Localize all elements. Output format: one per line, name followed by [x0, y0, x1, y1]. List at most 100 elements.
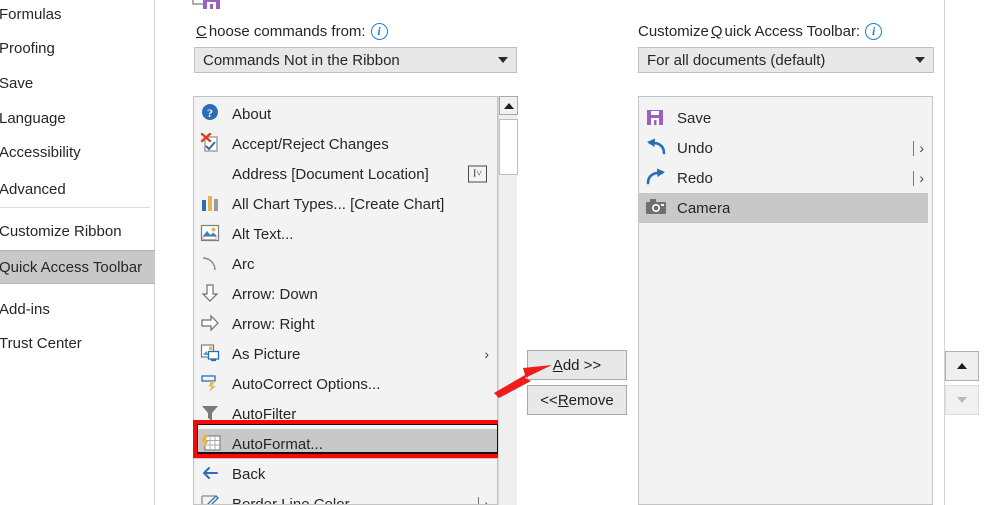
- list-item[interactable]: Back: [194, 459, 497, 489]
- list-item[interactable]: Border Line Color ›: [194, 489, 497, 505]
- options-dialog-screen: Formulas Proofing Save Language Accessib…: [0, 0, 1005, 505]
- list-item-label: Border Line Color: [232, 495, 350, 505]
- qat-list-item-label: Redo: [677, 169, 713, 187]
- scrollbar-thumb[interactable]: [499, 119, 518, 175]
- list-item[interactable]: As Picture ›: [194, 339, 497, 369]
- list-item[interactable]: Alt Text...: [194, 219, 497, 249]
- list-item-label: About: [232, 105, 272, 123]
- chevron-down-icon: [915, 57, 925, 63]
- label-accelerator: C: [196, 23, 207, 40]
- save-icon: [645, 107, 669, 129]
- sidebar-item-accessibility[interactable]: Accessibility: [0, 135, 155, 169]
- triangle-up-icon: [503, 102, 514, 109]
- sidebar-item-language[interactable]: Language: [0, 101, 155, 135]
- list-item-label: Address [Document Location]: [232, 165, 429, 183]
- label-text-rest: uick Access Toolbar:: [724, 23, 861, 40]
- dropdown-selected-value: Commands Not in the Ribbon: [203, 51, 400, 69]
- submenu-chevron-icon: ›: [484, 346, 489, 362]
- qat-commands-listbox[interactable]: Save Undo › Redo › Camera: [638, 96, 933, 505]
- focus-outline: [196, 423, 499, 454]
- submenu-chevron-icon: ›: [478, 496, 489, 504]
- list-item-label: All Chart Types... [Create Chart]: [232, 195, 445, 213]
- back-arrow-icon: [200, 463, 224, 485]
- about-icon: ?: [200, 103, 224, 125]
- autofilter-icon: [200, 403, 224, 425]
- list-item-label: Arc: [232, 255, 255, 273]
- sidebar-item-advanced[interactable]: Advanced: [0, 172, 155, 206]
- submenu-chevron-icon: ›: [913, 140, 924, 156]
- sidebar-item-label: Proofing: [0, 39, 55, 57]
- list-item[interactable]: AutoCorrect Options...: [194, 369, 497, 399]
- arrow-down-icon: [200, 283, 224, 305]
- list-item[interactable]: Arc: [194, 249, 497, 279]
- no-icon: [200, 163, 224, 185]
- list-item-label: As Picture: [232, 345, 301, 363]
- list-item-label: Arrow: Right: [232, 315, 315, 333]
- sidebar-item-customize-ribbon[interactable]: Customize Ribbon: [0, 214, 155, 248]
- button-text-rest: emove: [568, 391, 614, 409]
- choose-commands-from-label: Choose commands from: i: [194, 23, 388, 40]
- sidebar-item-quick-access-toolbar[interactable]: Quick Access Toolbar: [0, 250, 155, 284]
- list-item[interactable]: Arrow: Down: [194, 279, 497, 309]
- qat-list-item[interactable]: Undo ›: [639, 133, 932, 163]
- qat-list-item[interactable]: Save: [639, 103, 932, 133]
- button-text-rest: dd >>: [562, 356, 602, 374]
- list-item-label: Accept/Reject Changes: [232, 135, 389, 153]
- button-text-prefix: <<: [540, 391, 558, 409]
- sidebar-item-label: Language: [0, 109, 66, 127]
- arrow-right-icon: [200, 313, 224, 335]
- sidebar-item-formulas[interactable]: Formulas: [0, 0, 155, 31]
- list-item[interactable]: Accept/Reject Changes: [194, 129, 497, 159]
- list-item[interactable]: Address [Document Location] I˅: [194, 159, 497, 189]
- svg-text:?: ?: [207, 106, 213, 120]
- sidebar-item-add-ins[interactable]: Add-ins: [0, 292, 155, 326]
- border-line-color-icon: [200, 493, 224, 504]
- remove-button[interactable]: << Remove: [527, 385, 627, 415]
- add-button[interactable]: Add >>: [527, 350, 627, 380]
- sidebar-divider: [0, 207, 150, 208]
- left-list-scrollbar[interactable]: [498, 96, 518, 505]
- list-item[interactable]: ? About: [194, 99, 497, 129]
- list-item[interactable]: All Chart Types... [Create Chart]: [194, 189, 497, 219]
- qat-list-item-label: Camera: [677, 199, 731, 217]
- move-down-button: [945, 385, 979, 415]
- button-accelerator: A: [552, 356, 563, 374]
- sidebar-item-proofing[interactable]: Proofing: [0, 31, 155, 65]
- choose-commands-from-dropdown[interactable]: Commands Not in the Ribbon: [194, 47, 517, 73]
- sidebar-item-trust-center[interactable]: Trust Center: [0, 326, 155, 360]
- list-item-label: AutoCorrect Options...: [232, 375, 381, 393]
- list-item-label: Arrow: Down: [232, 285, 318, 303]
- list-item[interactable]: Arrow: Right: [194, 309, 497, 339]
- scroll-up-button[interactable]: [499, 96, 518, 115]
- label-accelerator: Q: [710, 23, 723, 40]
- info-icon[interactable]: i: [865, 23, 883, 40]
- triangle-up-icon: [957, 363, 967, 369]
- sidebar-item-label: Quick Access Toolbar: [0, 258, 143, 276]
- panel-divider: [944, 0, 945, 505]
- info-icon[interactable]: i: [370, 23, 388, 40]
- camera-icon: [645, 197, 669, 219]
- customize-quick-access-toolbar-label: Customize Quick Access Toolbar: i: [638, 23, 883, 40]
- qat-list-item-label: Save: [677, 109, 712, 127]
- sidebar-item-label: Trust Center: [0, 334, 82, 352]
- options-sidebar: Formulas Proofing Save Language Accessib…: [0, 0, 155, 505]
- chevron-down-icon: [498, 57, 508, 63]
- label-text-part: Customize: [638, 23, 709, 40]
- list-item-label: Alt Text...: [232, 225, 294, 243]
- move-up-button[interactable]: [945, 351, 979, 381]
- redo-icon: [645, 167, 669, 189]
- sidebar-item-label: Accessibility: [0, 143, 81, 161]
- sidebar-item-label: Formulas: [0, 5, 62, 23]
- dropdown-selected-value: For all documents (default): [647, 51, 826, 69]
- qat-list-item[interactable]: Redo ›: [639, 163, 932, 193]
- triangle-down-icon: [957, 397, 967, 403]
- submenu-chevron-icon: ›: [913, 170, 924, 186]
- button-accelerator: R: [557, 391, 569, 409]
- undo-icon: [645, 137, 669, 159]
- qat-list-item-camera[interactable]: Camera: [639, 193, 928, 223]
- sidebar-item-label: Add-ins: [0, 300, 50, 318]
- sidebar-item-save[interactable]: Save: [0, 66, 155, 100]
- customize-qat-dropdown[interactable]: For all documents (default): [638, 47, 934, 73]
- sidebar-item-label: Advanced: [0, 180, 66, 198]
- as-picture-icon: [200, 343, 224, 365]
